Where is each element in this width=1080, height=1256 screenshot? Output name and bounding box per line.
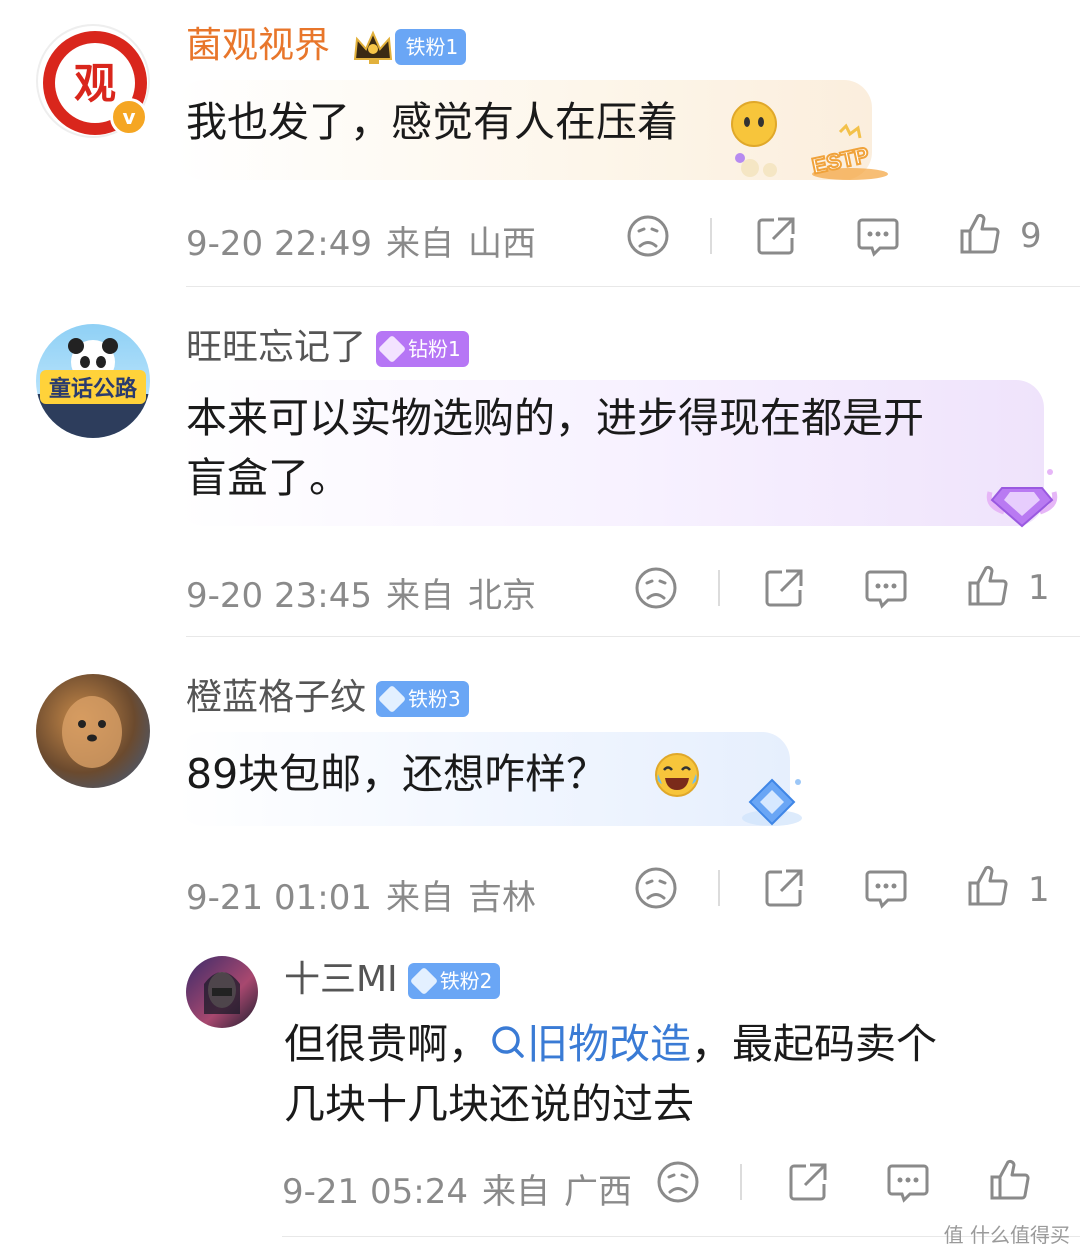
avatar-text: 童话公路 xyxy=(49,376,138,402)
action-separator xyxy=(740,1164,742,1200)
location: 北京 xyxy=(467,576,536,616)
watermark: 值 什么值得买 xyxy=(944,1219,1070,1248)
avatar-text: 观 xyxy=(74,59,116,108)
diamond-icon xyxy=(409,966,438,996)
comment-meta: 9-21 01:01 来自 吉林 xyxy=(186,870,536,919)
location: 山西 xyxy=(467,224,536,264)
fan-badge[interactable]: 钻粉1 xyxy=(376,331,469,367)
like-icon[interactable] xyxy=(958,212,1002,256)
action-separator xyxy=(710,218,712,254)
share-icon[interactable] xyxy=(762,566,806,610)
diamond-sticker-icon xyxy=(736,774,808,834)
fan-badge[interactable]: 铁粉2 xyxy=(407,963,501,999)
avatar[interactable] xyxy=(186,956,258,1028)
search-icon xyxy=(489,1018,527,1058)
location: 广西 xyxy=(563,1172,632,1212)
timestamp: 9-20 23:45 xyxy=(186,576,372,616)
from-label: 来自 xyxy=(385,878,454,918)
comment-meta: 9-20 22:49 来自 山西 xyxy=(186,216,536,265)
reply-text: 但很贵啊， 旧物改造，最起码卖个 几块十几块还说的过去 xyxy=(284,1020,937,1128)
comment-text: 我也发了，感觉有人在压着 xyxy=(186,98,678,146)
reply-icon[interactable] xyxy=(864,566,908,610)
location: 吉林 xyxy=(467,878,536,918)
like-icon[interactable] xyxy=(988,1158,1032,1202)
share-icon[interactable] xyxy=(786,1160,830,1204)
comment-item: 童话公路 旺旺忘记了 钻粉1 本来可以实物选购的，进步得现在都是开 盲盒了。 9-… xyxy=(0,290,1080,640)
comment-item: 橙蓝格子纹 铁粉3 89块包邮，还想咋样？ 9-21 01:01 来自 吉林 1 xyxy=(0,640,1080,940)
reply-icon[interactable] xyxy=(864,866,908,910)
comment-text: 本来可以实物选购的，进步得现在都是开 盲盒了。 xyxy=(186,394,924,502)
diamond-icon xyxy=(377,684,407,714)
diamond-icon xyxy=(377,334,407,364)
like-count: 9 xyxy=(1020,216,1042,256)
divider xyxy=(186,286,1080,287)
avatar[interactable] xyxy=(36,674,150,788)
username[interactable]: 十三MI 铁粉2 xyxy=(284,958,501,1002)
dislike-icon[interactable] xyxy=(634,866,678,910)
username-text[interactable]: 菌观视界 xyxy=(186,25,330,66)
comment-meta: 9-20 23:45 来自 北京 xyxy=(186,568,536,617)
share-icon[interactable] xyxy=(754,214,798,258)
username[interactable]: 橙蓝格子纹 铁粉3 xyxy=(186,676,469,720)
estp-sticker-icon: ESTP xyxy=(730,122,890,184)
dislike-icon[interactable] xyxy=(656,1160,700,1204)
username-text[interactable]: 旺旺忘记了 xyxy=(186,327,366,368)
divider xyxy=(186,636,1080,637)
watermark-text: 值 什么值得买 xyxy=(943,1223,1070,1247)
like-count: 1 xyxy=(1028,870,1050,910)
username-text[interactable]: 橙蓝格子纹 xyxy=(186,677,366,718)
verified-icon: v xyxy=(110,98,148,136)
timestamp: 9-21 01:01 xyxy=(186,878,372,918)
reply-icon[interactable] xyxy=(856,214,900,258)
reply-item: 十三MI 铁粉2 但很贵啊， 旧物改造，最起码卖个 几块十几块还说的过去 9-21 … xyxy=(0,940,1080,1256)
timestamp: 9-20 22:49 xyxy=(186,224,372,264)
comment-item: 观 v 菌观视界 铁粉1 我也发了，感觉有人在压着 ESTP 9-20 22:4… xyxy=(0,0,1080,290)
crown-icon xyxy=(351,29,395,65)
comment-text: 89块包邮，还想咋样？ xyxy=(186,750,608,798)
like-count: 1 xyxy=(1028,568,1050,608)
timestamp: 9-21 05:24 xyxy=(282,1172,468,1212)
fan-badge[interactable]: 铁粉3 xyxy=(376,681,469,717)
username-text[interactable]: 十三MI xyxy=(284,959,398,1000)
from-label: 来自 xyxy=(481,1172,550,1212)
tears-of-joy-emoji xyxy=(654,752,700,798)
topic-link[interactable]: 旧物改造 xyxy=(489,1020,691,1068)
from-label: 来自 xyxy=(385,576,454,616)
action-separator xyxy=(718,870,720,906)
username[interactable]: 菌观视界 铁粉1 xyxy=(186,24,467,68)
share-icon[interactable] xyxy=(762,866,806,910)
dislike-icon[interactable] xyxy=(634,566,678,610)
from-label: 来自 xyxy=(385,224,454,264)
avatar[interactable]: 童话公路 xyxy=(36,324,150,438)
fan-badge[interactable]: 铁粉1 xyxy=(395,29,467,65)
like-icon[interactable] xyxy=(966,864,1010,908)
diamond-sticker-icon xyxy=(984,466,1060,532)
reply-meta: 9-21 05:24 来自 广西 xyxy=(282,1164,632,1213)
username[interactable]: 旺旺忘记了 钻粉1 xyxy=(186,326,469,370)
reply-icon[interactable] xyxy=(886,1160,930,1204)
dislike-icon[interactable] xyxy=(626,214,670,258)
action-separator xyxy=(718,570,720,606)
like-icon[interactable] xyxy=(966,564,1010,608)
